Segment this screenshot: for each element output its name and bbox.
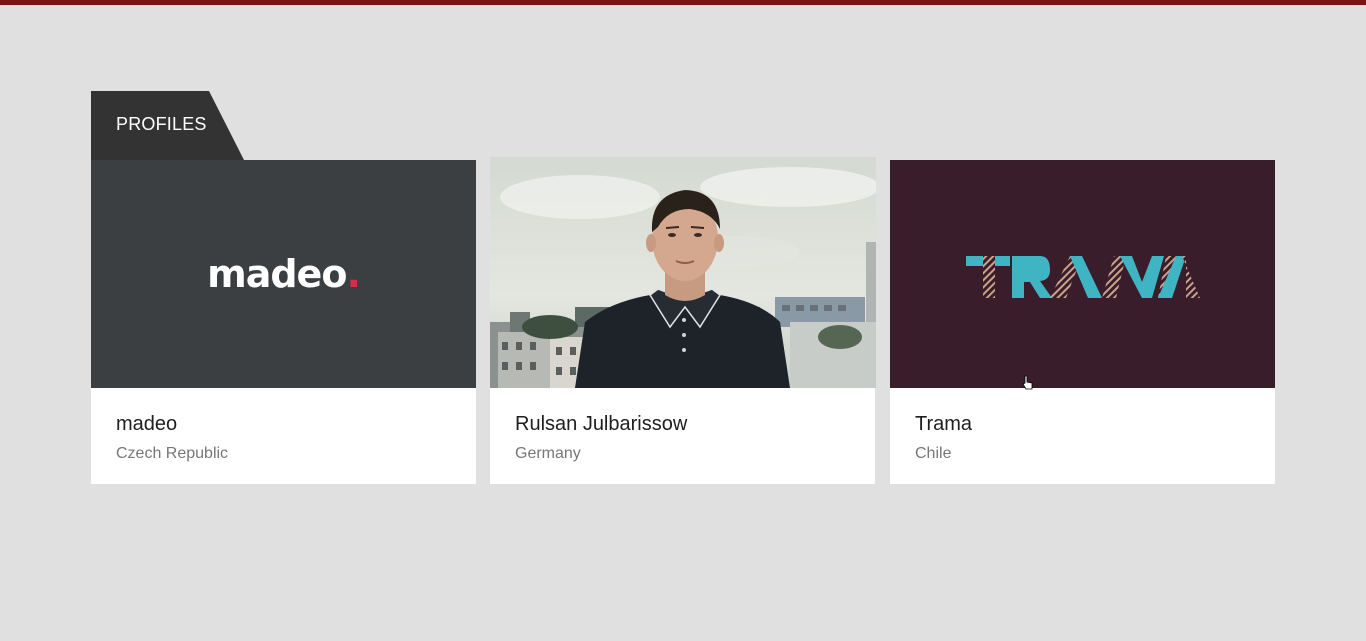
section-tab-profiles: PROFILES bbox=[91, 91, 244, 160]
profile-country: Chile bbox=[915, 445, 952, 462]
profile-country: Germany bbox=[515, 445, 581, 462]
profile-thumbnail[interactable] bbox=[490, 157, 876, 388]
profile-thumbnail[interactable] bbox=[890, 160, 1275, 388]
mouse-pointer-icon bbox=[1022, 375, 1033, 390]
profile-country: Czech Republic bbox=[116, 445, 229, 462]
trama-logo bbox=[890, 160, 1275, 388]
top-accent-bar bbox=[0, 0, 1366, 5]
profile-card-rulsan-julbarissow[interactable]: Rulsan Julbarissow Germany bbox=[490, 157, 876, 484]
madeo-logo: madeo. bbox=[91, 160, 476, 388]
portrait-photo bbox=[490, 157, 876, 388]
profile-name[interactable]: Rulsan Julbarissow bbox=[515, 412, 687, 436]
profile-card-madeo[interactable]: madeo. madeo Czech Republic bbox=[91, 160, 476, 484]
section-title: PROFILES bbox=[116, 113, 207, 134]
profile-name[interactable]: madeo bbox=[116, 412, 228, 436]
profile-thumbnail[interactable]: madeo. bbox=[91, 160, 476, 388]
profile-card-trama[interactable]: Trama Chile bbox=[890, 160, 1275, 484]
profile-name[interactable]: Trama bbox=[915, 412, 972, 436]
